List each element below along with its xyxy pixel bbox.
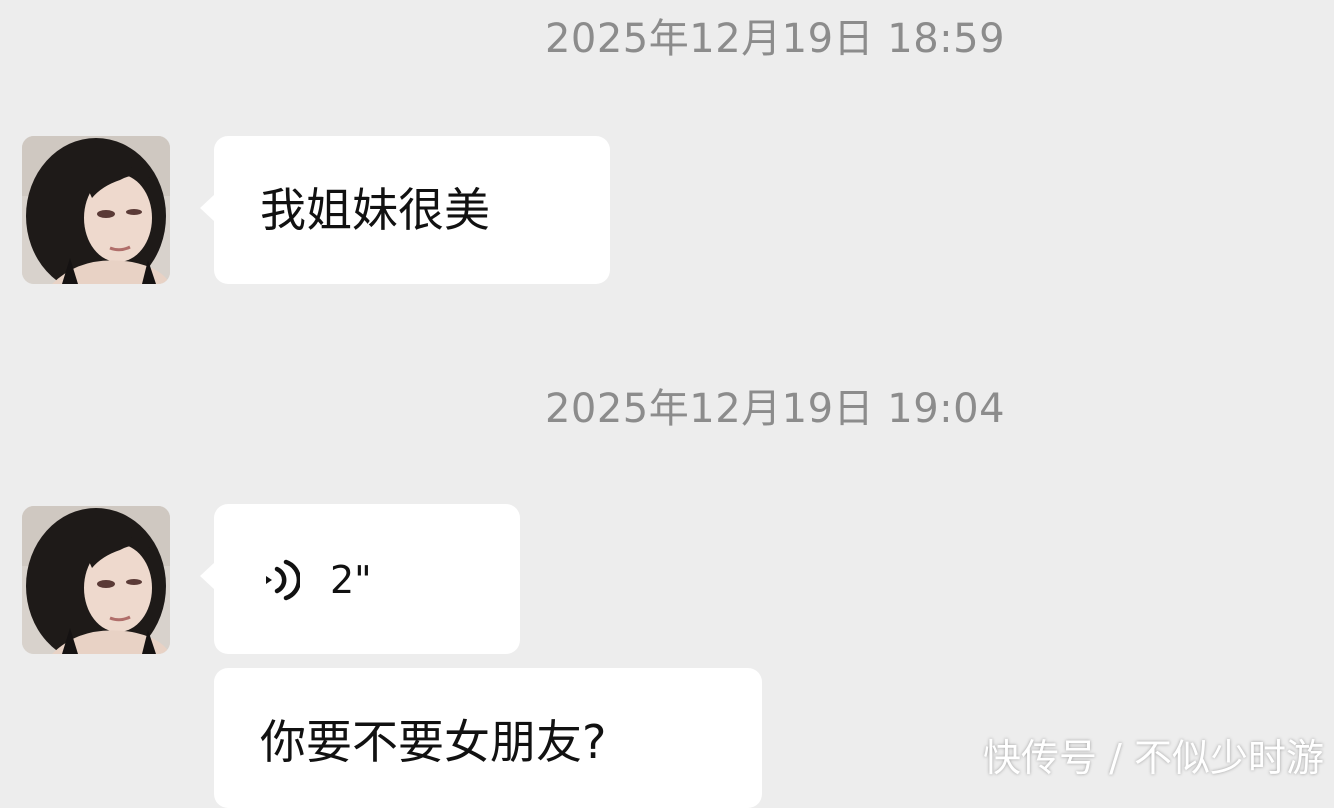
voice-wave-icon — [266, 559, 300, 601]
bubble-tail — [200, 194, 215, 222]
avatar-photo — [22, 506, 170, 654]
avatar[interactable] — [22, 136, 170, 284]
message-text: 你要不要女朋友? — [260, 715, 607, 769]
bubble-tail — [200, 562, 215, 590]
message-bubble-text-2[interactable]: 你要不要女朋友? — [214, 668, 762, 808]
voice-message-bubble[interactable]: 2" — [200, 504, 520, 654]
avatar-photo — [22, 136, 170, 284]
timestamp-2: 2025年12月19日 19:04 — [544, 386, 1006, 432]
timestamp-1: 2025年12月19日 18:59 — [544, 16, 1006, 62]
message-bubble-text-1[interactable]: 我姐妹很美 — [200, 136, 610, 284]
message-text: 我姐妹很美 — [260, 183, 490, 237]
avatar[interactable] — [22, 506, 170, 654]
voice-duration: 2" — [330, 558, 372, 602]
watermark: 快传号 / 不似少时游 — [983, 736, 1324, 780]
